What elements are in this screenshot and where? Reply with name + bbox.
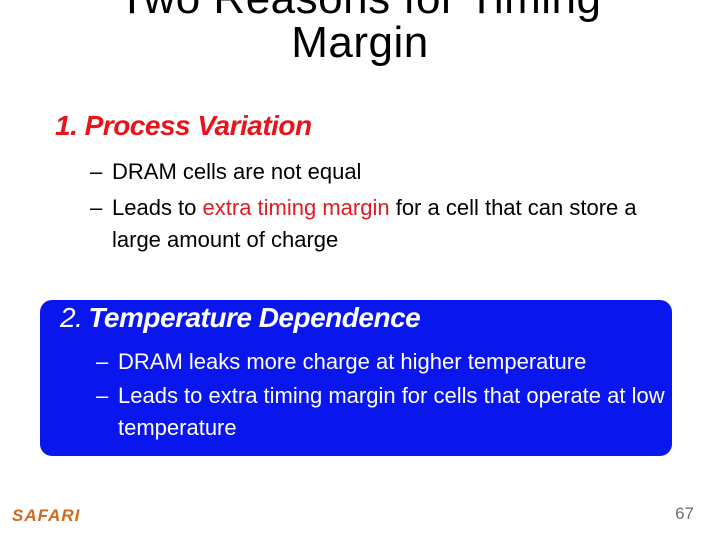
bullet-item: – DRAM leaks more charge at higher tempe…	[96, 346, 666, 378]
safari-logo: SAFARI	[12, 506, 81, 525]
highlighted-text: extra timing margin	[202, 195, 390, 220]
bullet-text: DRAM cells are not equal	[112, 159, 362, 184]
bullet-item: – DRAM cells are not equal	[90, 156, 670, 188]
bullet-item: – Leads to extra timing margin for cells…	[96, 380, 666, 444]
bullet-text: DRAM leaks more charge at higher tempera…	[118, 349, 587, 374]
dash-bullet-icon: –	[96, 383, 109, 408]
section-heading-temperature-dependence: 2. Temperature Dependence	[60, 302, 421, 334]
section-number: 2.	[60, 302, 83, 333]
bullet-text: Leads to extra timing margin for cells t…	[118, 383, 665, 440]
dash-bullet-icon: –	[90, 159, 103, 184]
bullet-item: – Leads to extra timing margin for a cel…	[90, 192, 670, 256]
dash-bullet-icon: –	[96, 349, 109, 374]
temperature-dependence-box: 2. Temperature Dependence – DRAM leaks mo…	[40, 300, 672, 456]
temperature-dependence-bullets: – DRAM leaks more charge at higher tempe…	[96, 346, 666, 446]
section-heading-text: Temperature Dependence	[88, 302, 421, 333]
page-number: 67	[675, 504, 694, 523]
process-variation-bullets: – DRAM cells are not equal – Leads to ex…	[90, 156, 670, 260]
slide-title-line-2: Margin	[291, 18, 429, 67]
bullet-text-before: Leads to	[112, 195, 203, 220]
section-heading-process-variation: 1. Process Variation	[55, 110, 312, 141]
dash-bullet-icon: –	[90, 195, 103, 220]
